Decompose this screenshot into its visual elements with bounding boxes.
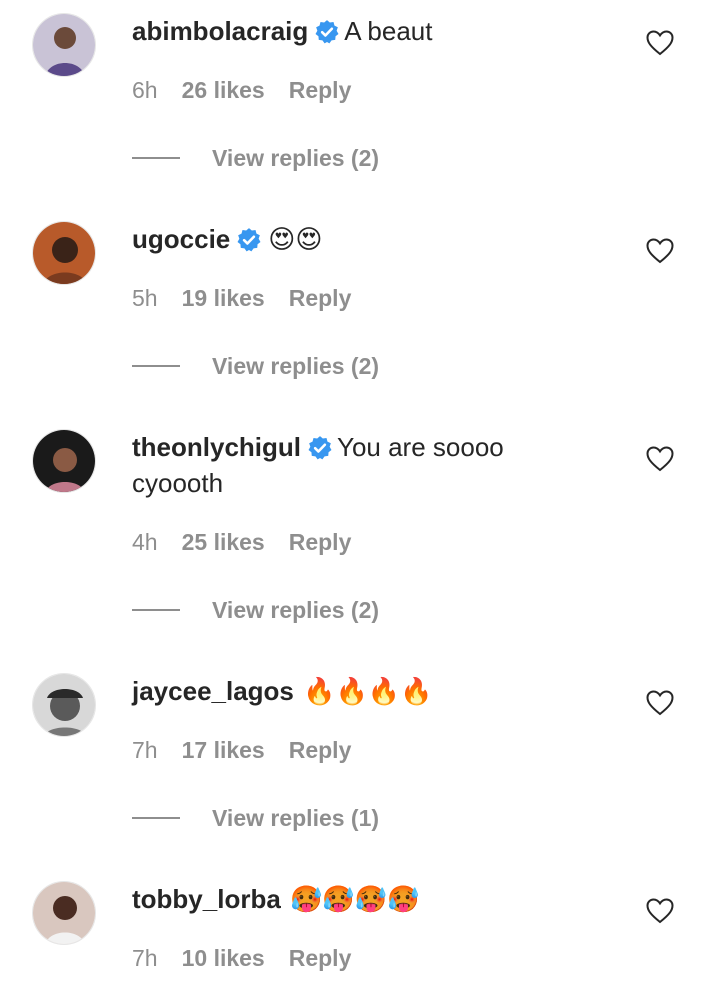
divider [132, 817, 180, 819]
avatar[interactable] [32, 429, 96, 493]
comment-emoji: 🔥🔥🔥🔥 [303, 677, 433, 707]
heart-outline-icon[interactable] [646, 690, 674, 716]
username[interactable]: jaycee_lagos [132, 676, 294, 706]
view-replies-button[interactable]: View replies (2) [132, 143, 379, 173]
heart-outline-icon[interactable] [646, 898, 674, 924]
timestamp: 7h [132, 737, 158, 763]
comment-text: A beaut [344, 16, 433, 46]
view-replies-button[interactable]: View replies (1) [132, 803, 379, 833]
likes-count[interactable]: 10 likes [182, 945, 265, 971]
comment-meta: 5h 19 likes Reply [132, 285, 351, 312]
username[interactable]: abimbolacraig [132, 16, 308, 46]
view-replies-button[interactable]: View replies (2) [132, 595, 379, 625]
reply-button[interactable]: Reply [289, 77, 352, 103]
heart-outline-icon[interactable] [646, 30, 674, 56]
divider [132, 157, 180, 159]
comment-body: theonlychigul You are soooo cyoooth [132, 429, 552, 501]
verified-badge-icon [314, 19, 340, 45]
likes-count[interactable]: 17 likes [182, 737, 265, 763]
timestamp: 5h [132, 285, 158, 311]
username[interactable]: tobby_lorba [132, 884, 281, 914]
comment-body: ugoccie 😍😍 [132, 221, 552, 258]
comment-meta: 7h 10 likes Reply [132, 945, 351, 972]
likes-count[interactable]: 25 likes [182, 529, 265, 555]
comment-body: abimbolacraig A beaut [132, 13, 552, 49]
likes-count[interactable]: 26 likes [182, 77, 265, 103]
timestamp: 7h [132, 945, 158, 971]
avatar[interactable] [32, 881, 96, 945]
comment-meta: 4h 25 likes Reply [132, 529, 351, 556]
reply-button[interactable]: Reply [289, 945, 352, 971]
reply-button[interactable]: Reply [289, 529, 352, 555]
avatar[interactable] [32, 673, 96, 737]
likes-count[interactable]: 19 likes [182, 285, 265, 311]
view-replies-button[interactable]: View replies (2) [132, 351, 379, 381]
username[interactable]: ugoccie [132, 224, 230, 254]
heart-outline-icon[interactable] [646, 238, 674, 264]
reply-button[interactable]: Reply [289, 737, 352, 763]
comment-emoji: 🥵🥵🥵🥵 [290, 885, 420, 915]
divider [132, 365, 180, 367]
avatar[interactable] [32, 13, 96, 77]
username[interactable]: theonlychigul [132, 432, 301, 462]
divider [132, 609, 180, 611]
verified-badge-icon [307, 435, 333, 461]
heart-outline-icon[interactable] [646, 446, 674, 472]
avatar[interactable] [32, 221, 96, 285]
comment-emoji: 😍😍 [268, 225, 323, 255]
comment-body: tobby_lorba 🥵🥵🥵🥵 [132, 881, 552, 918]
comment-meta: 6h 26 likes Reply [132, 77, 351, 104]
timestamp: 6h [132, 77, 158, 103]
reply-button[interactable]: Reply [289, 285, 352, 311]
verified-badge-icon [236, 227, 262, 253]
comment-meta: 7h 17 likes Reply [132, 737, 351, 764]
timestamp: 4h [132, 529, 158, 555]
comment-body: jaycee_lagos 🔥🔥🔥🔥 [132, 673, 552, 710]
